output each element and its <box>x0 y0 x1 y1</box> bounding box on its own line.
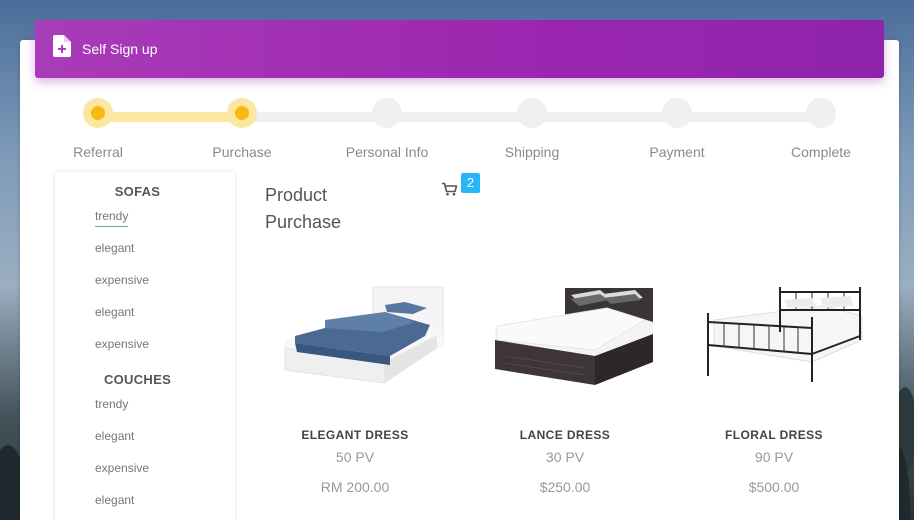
step-personal-info-dot[interactable] <box>372 98 402 128</box>
sidebar-item-sofas-expensive-2[interactable]: expensive <box>95 337 149 351</box>
product-price: $250.00 <box>539 479 591 495</box>
category-title-sofas: SOFAS <box>114 184 161 199</box>
product-card[interactable]: ELEGANT DRESS 50 PV RM 200.00 <box>255 270 455 495</box>
step-complete-dot[interactable] <box>806 98 836 128</box>
header-title: Self Sign up <box>82 41 158 57</box>
step-label-shipping: Shipping <box>504 144 560 160</box>
step-label-payment: Payment <box>649 144 705 160</box>
step-referral-dot[interactable] <box>83 98 113 128</box>
category-title-couches: COUCHES <box>103 372 172 387</box>
sidebar-item-sofas-trendy[interactable]: trendy <box>95 209 129 227</box>
product-image-dark-wood-bed <box>495 288 653 385</box>
sidebar-item-sofas-expensive[interactable]: expensive <box>95 273 149 287</box>
step-label-purchase: Purchase <box>212 144 272 160</box>
sidebar-item-sofas-elegant[interactable]: elegant <box>95 241 134 255</box>
product-price: $500.00 <box>748 479 800 495</box>
step-payment-dot[interactable] <box>662 98 692 128</box>
document-add-icon <box>53 35 71 57</box>
product-name: FLORAL DRESS <box>725 428 823 442</box>
cart-icon <box>442 182 458 196</box>
sidebar-item-couches-elegant[interactable]: elegant <box>95 429 134 443</box>
product-card[interactable]: LANCE DRESS 30 PV $250.00 <box>465 270 665 495</box>
sidebar-item-couches-expensive[interactable]: expensive <box>95 461 149 475</box>
step-shipping-dot[interactable] <box>517 98 547 128</box>
category-sidebar: SOFAS trendy elegant expensive elegant e… <box>55 172 235 520</box>
product-pv: 30 PV <box>545 449 585 465</box>
sidebar-item-couches-trendy[interactable]: trendy <box>95 397 128 411</box>
step-label-complete: Complete <box>791 144 851 160</box>
step-label-referral: Referral <box>73 144 123 160</box>
cart-button[interactable] <box>441 182 458 201</box>
product-pv: 50 PV <box>335 449 375 465</box>
product-card[interactable]: FLORAL DRESS 90 PV $500.00 <box>674 270 874 495</box>
step-purchase-dot[interactable] <box>227 98 257 128</box>
cart-count-badge: 2 <box>461 173 480 193</box>
product-name: ELEGANT DRESS <box>301 428 409 442</box>
product-pv: 90 PV <box>754 449 794 465</box>
step-label-personal-info: Personal Info <box>345 144 429 160</box>
product-image-black-metal-bed <box>707 287 863 382</box>
wizard-header: Self Sign up <box>35 20 884 78</box>
product-image-white-bed <box>284 286 444 384</box>
sidebar-item-sofas-elegant-2[interactable]: elegant <box>95 305 134 319</box>
stepper-track-complete <box>98 112 242 122</box>
sidebar-item-couches-elegant-2[interactable]: elegant <box>95 493 134 507</box>
page-title: Product Purchase <box>265 185 342 232</box>
product-price: RM 200.00 <box>320 479 390 495</box>
product-name: LANCE DRESS <box>519 428 611 442</box>
